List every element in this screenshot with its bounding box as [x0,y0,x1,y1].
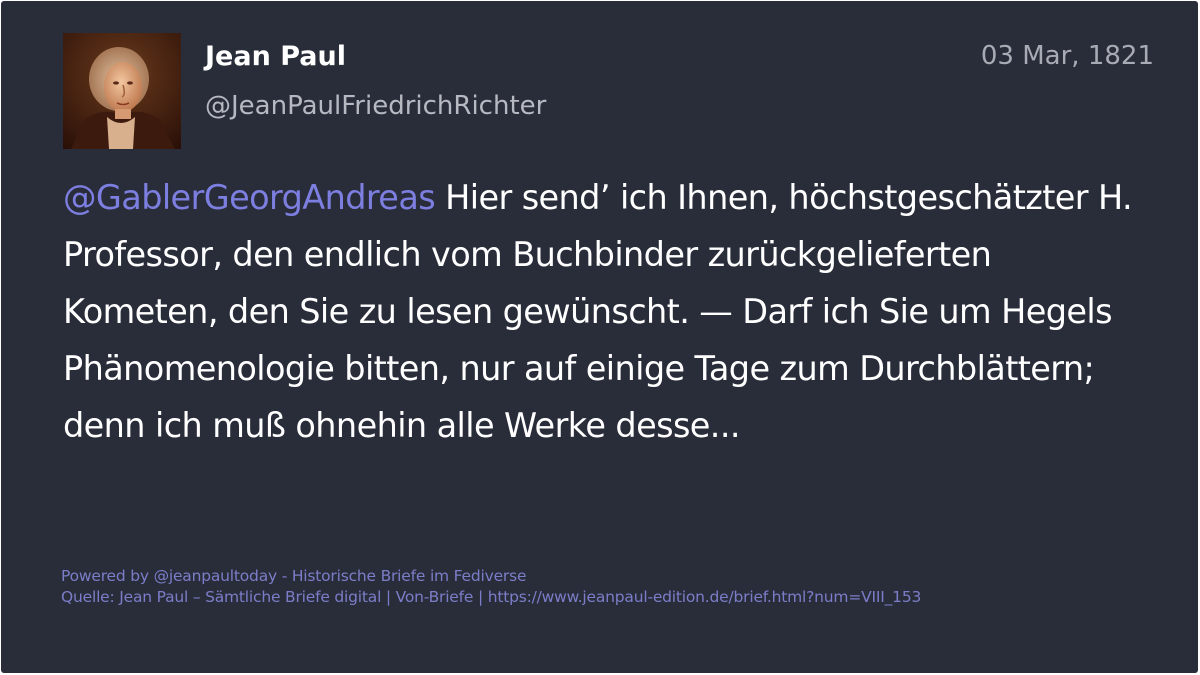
author-handle[interactable]: @JeanPaulFriedrichRichter [205,91,546,121]
author-avatar[interactable] [63,33,181,149]
post-card: Jean Paul @JeanPaulFriedrichRichter 03 M… [1,1,1198,673]
post-text-content: Hier send’ ich Ihnen, höchstgeschätzter … [63,178,1133,445]
post-date: 03 Mar, 1821 [980,41,1154,71]
powered-by-text: Powered by @jeanpaultoday - Historische … [61,567,527,585]
post-text: @GablerGeorgAndreas Hier send’ ich Ihnen… [63,169,1143,454]
source-text: Quelle: Jean Paul – Sämtliche Briefe dig… [61,588,922,606]
mention-link[interactable]: @GablerGeorgAndreas [63,178,436,217]
portrait-avatar-icon [63,33,181,149]
footer: Powered by @jeanpaultoday - Historische … [61,566,921,608]
author-display-name[interactable]: Jean Paul [205,41,346,72]
